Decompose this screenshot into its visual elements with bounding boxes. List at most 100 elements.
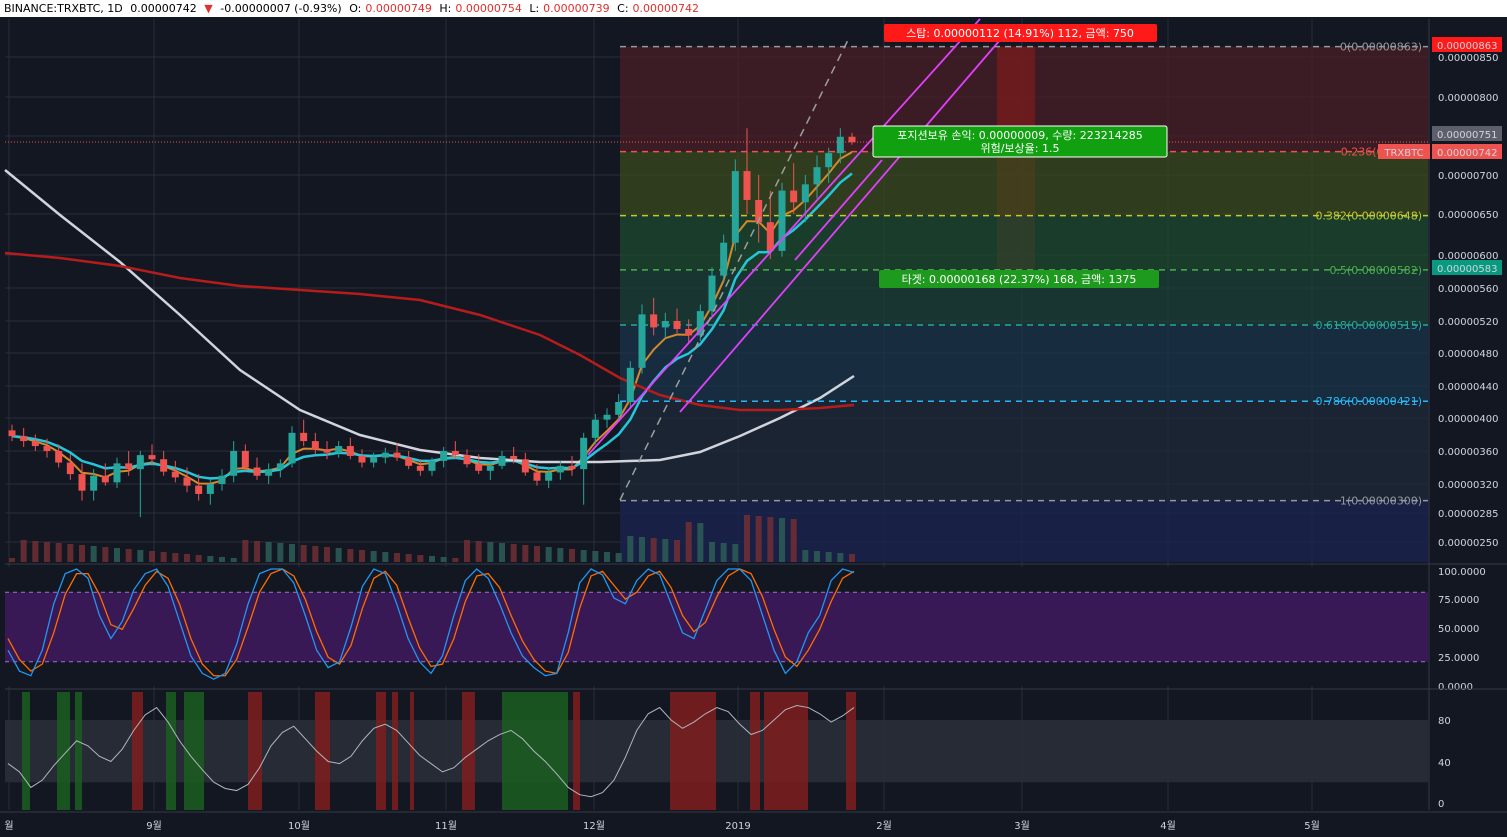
rsi-highlight-0	[22, 692, 30, 810]
pnl-label[interactable]: 포지션보유 손익: 0.00000009, 수량: 223214285 위험/보…	[872, 125, 1168, 158]
price-tick-label: 0.00000250	[1438, 538, 1498, 549]
rsi-highlight-10	[410, 692, 414, 810]
candle-body	[136, 455, 144, 470]
volume-bar	[230, 558, 237, 562]
volume-bar	[697, 523, 704, 562]
volume-bar	[825, 552, 832, 562]
volume-bar	[32, 541, 39, 562]
rsi-highlight-14	[670, 692, 716, 810]
candle-body	[195, 485, 203, 494]
candle-body	[825, 153, 833, 168]
volume-bar	[160, 552, 167, 562]
candle-body	[486, 465, 494, 471]
candle-body	[650, 314, 658, 328]
volume-bar	[674, 540, 680, 562]
candle-body	[615, 402, 623, 415]
candle-body	[346, 446, 354, 456]
price-tick-label: 0.00000285	[1438, 509, 1498, 520]
position-zones	[620, 46, 1428, 562]
pnl-label-line2: 위험/보상율: 1.5	[980, 142, 1059, 155]
candle-body	[533, 472, 541, 481]
time-tick-label: 3월	[1014, 820, 1030, 832]
candle-body	[335, 446, 343, 453]
target-label-text: 타겟: 0.00000168 (22.37%) 168, 금액: 1375	[902, 273, 1137, 286]
price-chart[interactable]: 0(0.00000863)0.236(0.000000.382(0.000006…	[0, 0, 1507, 837]
volume-bar	[545, 547, 552, 562]
price-marker: 0.00000863	[1437, 41, 1497, 52]
candle-body	[591, 419, 599, 438]
stoch-tick-label: 0.0000	[1438, 682, 1473, 693]
fib-label-5: 0.786(0.00000421)	[1315, 395, 1422, 408]
volume-bar	[499, 543, 505, 562]
candle-body	[171, 471, 179, 478]
candle-body	[183, 477, 191, 486]
price-tick-label: 0.00000400	[1438, 414, 1498, 425]
candle-body	[55, 451, 63, 463]
fib-label-2: 0.382(0.00000648)	[1315, 210, 1422, 223]
price-marker: 0.00000583	[1437, 264, 1497, 275]
volume-bar	[569, 549, 575, 562]
volume-bar	[184, 554, 190, 562]
stop-label[interactable]: 스탑: 0.00000112 (14.91%) 112, 금액: 750	[884, 24, 1157, 42]
candle-body	[78, 474, 86, 491]
time-tick-label: 9월	[146, 820, 162, 832]
price-tick-label: 0.00000700	[1438, 171, 1498, 182]
volume-bar	[709, 542, 715, 562]
volume-bar	[265, 542, 272, 562]
volume-bar	[685, 522, 692, 562]
candle-body	[731, 171, 739, 243]
price-tick-label: 0.00000480	[1438, 349, 1498, 360]
candle-body	[463, 455, 471, 465]
pnl-label-line1: 포지션보유 손익: 0.00000009, 수량: 223214285	[897, 129, 1142, 142]
candle-body	[510, 455, 518, 460]
volume-bar	[662, 539, 669, 562]
stoch-tick-label: 25.0000	[1438, 653, 1479, 664]
candle-body	[300, 432, 308, 442]
volume-bar	[510, 544, 517, 562]
price-tick-label: 0.00000650	[1438, 210, 1498, 221]
price-marker: 0.00000742	[1437, 148, 1497, 159]
stoch-panel: 100.0000 75.0000 50.0000 25.0000 0.0000	[5, 563, 1507, 693]
volume-bar	[767, 517, 774, 562]
candle-body	[673, 321, 681, 329]
fib-label-3: 0.5(0.00000582)	[1329, 264, 1422, 277]
candle-body	[265, 469, 273, 476]
rsi-highlight-4	[166, 692, 176, 810]
candle-body	[218, 475, 226, 484]
volume-bar	[592, 551, 599, 562]
volume-bar	[580, 550, 587, 562]
volume-bar	[359, 550, 365, 562]
price-tick-label: 0.00000850	[1438, 53, 1498, 64]
candle-body	[125, 463, 133, 470]
volume-bar	[650, 538, 657, 562]
volume-bar	[627, 536, 634, 562]
stoch-band	[5, 592, 1428, 662]
volume-bar	[149, 551, 155, 562]
candle-body	[440, 451, 448, 461]
volume-bar	[487, 542, 494, 562]
candle-body	[101, 475, 109, 483]
volume-bar	[347, 549, 354, 562]
time-axis[interactable]: 월 9월 10월 11월 12월 2019 2월 3월 4월 5월	[0, 811, 1507, 837]
volume-bar	[557, 548, 564, 562]
volume-bar	[67, 544, 74, 562]
rsi-tick-label: 0	[1438, 799, 1444, 810]
volume-bar	[79, 545, 85, 562]
volume-bar	[289, 544, 295, 562]
candle-body	[836, 136, 844, 154]
candle-body	[20, 436, 28, 442]
volume-bar	[242, 540, 249, 562]
rsi-highlight-8	[376, 692, 386, 810]
volume-bar	[790, 519, 797, 562]
candle-body	[498, 455, 506, 466]
candle-body	[370, 457, 378, 463]
time-axis-background	[0, 812, 1507, 837]
candle-body	[66, 462, 74, 475]
target-label[interactable]: 타겟: 0.00000168 (22.37%) 168, 금액: 1375	[879, 270, 1159, 288]
candle-body	[790, 190, 798, 203]
volume-bar	[254, 541, 260, 562]
volume-bar	[720, 543, 727, 562]
fib-label-0: 0(0.00000863)	[1340, 41, 1422, 54]
candle-body	[475, 464, 483, 471]
candle-body	[638, 314, 646, 368]
